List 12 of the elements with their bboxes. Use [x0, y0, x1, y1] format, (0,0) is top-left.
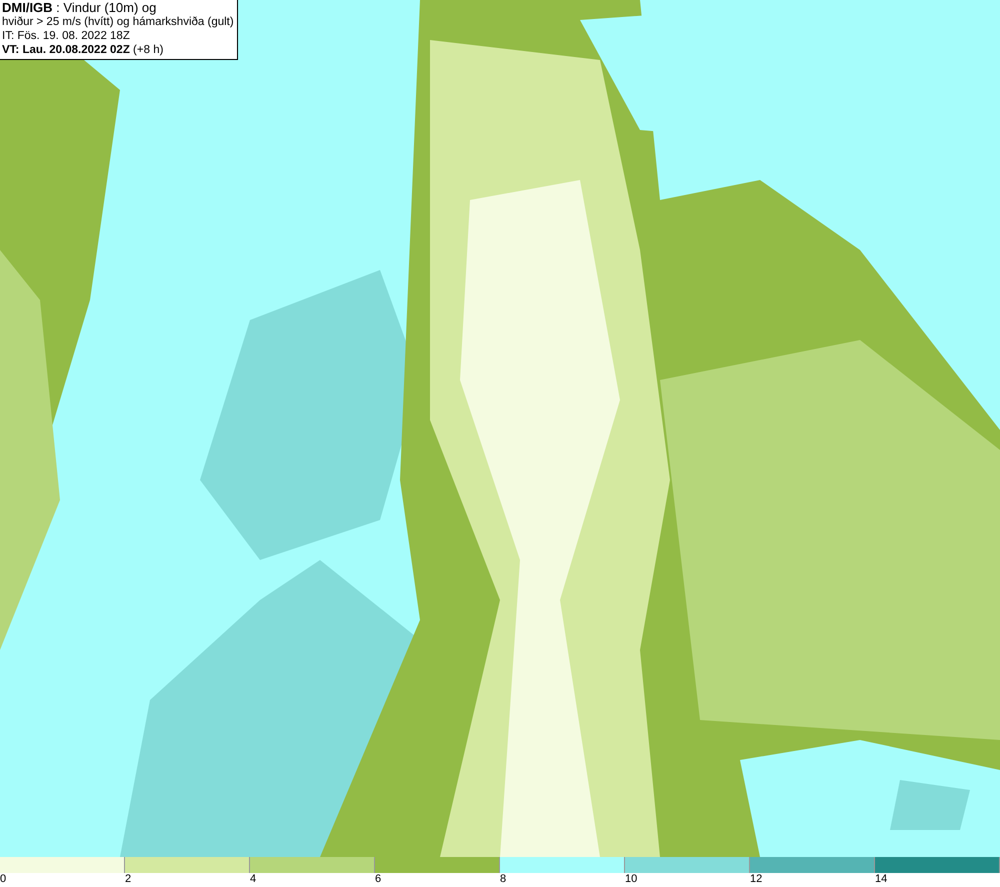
legend-tick-label: 2 — [125, 873, 132, 885]
legend-tick-label: 14 — [875, 873, 888, 885]
legend-tick-label: 6 — [375, 873, 382, 885]
legend-tick-label: 4 — [250, 873, 256, 885]
header-text: IT: Fös. 19. 08. 2022 18Z — [2, 29, 131, 43]
header-text: VT: Lau. 20.08.2022 02Z (+8 h) — [2, 43, 164, 57]
legend-tick-label: 12 — [750, 873, 762, 885]
legend-tick-label: 8 — [500, 873, 506, 885]
header-text: hviður > 25 m/s (hvítt) og hámarkshviða (gult) — [2, 15, 234, 29]
legend-tick-label: 0 — [0, 873, 6, 885]
legend-tick-label: 10 — [625, 873, 638, 885]
header-text: DMI/IGB : Vindur (10m) og — [2, 1, 158, 15]
